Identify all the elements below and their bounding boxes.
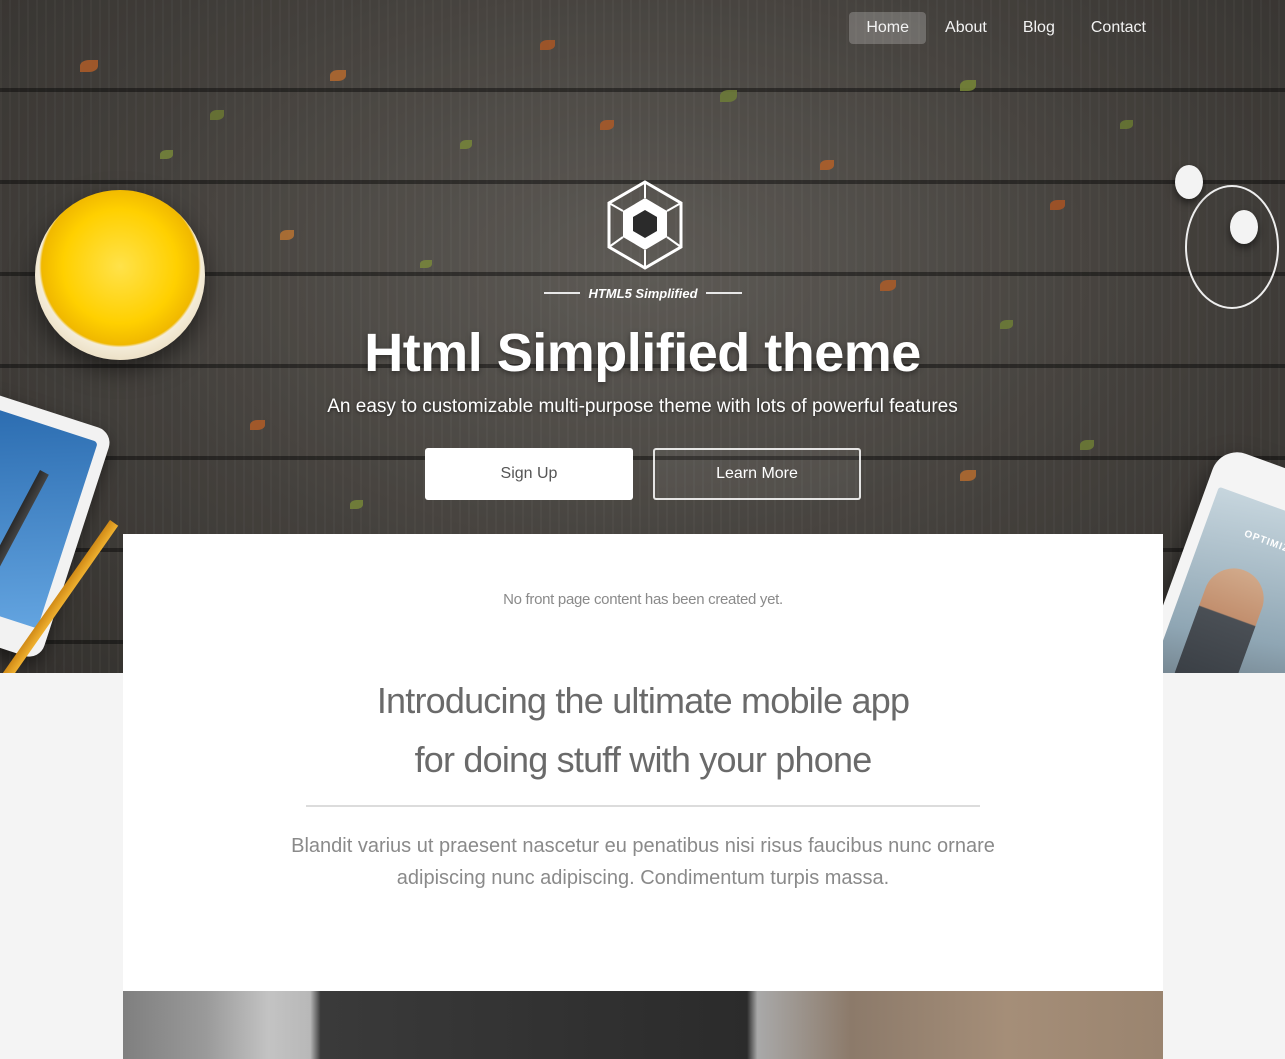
phone-screen-text: OPTIMIZER [1242,528,1285,561]
hero-title: Html Simplified theme [364,323,921,383]
sign-up-button[interactable]: Sign Up [425,448,633,500]
hero-subtitle: An easy to customizable multi-purpose th… [327,396,958,417]
main-nav: Home About Blog Contact [849,12,1163,44]
intro-heading-line-2: for doing stuff with your phone [414,739,873,780]
intro-heading: Introducing the ultimate mobile app for … [123,671,1163,789]
nav-item-about[interactable]: About [928,12,1004,44]
brand-name: HTML5 Simplified [588,285,698,301]
intro-lead-text: Blandit varius ut praesent nascetur eu p… [291,835,995,889]
brand-tagline: HTML5 Simplified [543,283,743,303]
earbud [1175,165,1203,199]
phone-person-image [1174,559,1273,673]
earbuds-cord [1185,185,1279,309]
nav-item-contact[interactable]: Contact [1074,12,1163,44]
nav-item-home[interactable]: Home [849,12,927,44]
brand-rule-left [544,292,581,294]
brand-rule-right [705,292,742,294]
content-panel: No front page content has been created y… [123,534,1163,991]
earbuds-image [1175,165,1285,325]
intro-heading-line-1: Introducing the ultimate mobile app [376,680,910,721]
hexagon-cube-logo-icon [607,180,683,270]
section-divider [306,805,980,807]
learn-more-button[interactable]: Learn More [653,448,861,500]
nav-item-blog[interactable]: Blog [1006,12,1072,44]
earbud [1230,210,1258,244]
device-showcase-image [123,991,1163,1059]
front-page-notice: No front page content has been created y… [503,591,783,608]
